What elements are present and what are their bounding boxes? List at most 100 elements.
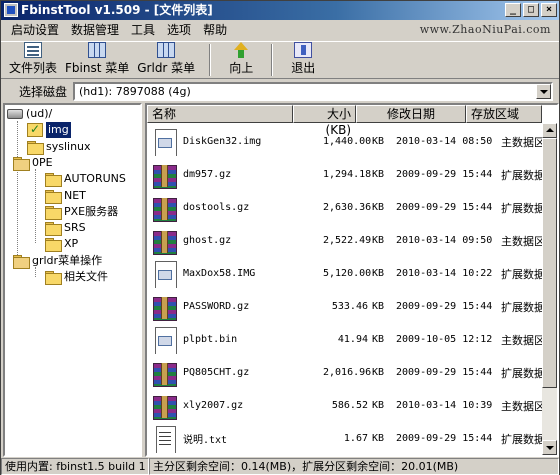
scroll-up-icon[interactable] (542, 123, 557, 138)
file-date: 2009-10-05 12:12 (396, 334, 493, 345)
file-size: 41.94 (337, 334, 368, 345)
tree-item-autoruns[interactable]: AUTORUNS (45, 171, 126, 187)
folder-icon (45, 271, 62, 285)
tree-item-root[interactable]: (ud)/ (7, 106, 52, 122)
file-size-unit: KB (372, 301, 385, 312)
tree-item-label: syslinux (46, 140, 91, 153)
file-size: 533.46 (331, 301, 368, 312)
table-row[interactable]: DiskGen32.img 1,440.00 KB 2010-03-14 08:50 主… (147, 125, 557, 158)
file-list[interactable]: 名称 大小 (KB) 修改日期 存放区域 DiskGen32.img 1,440.… (145, 103, 559, 457)
scroll-thumb[interactable] (542, 138, 557, 388)
table-row[interactable]: dm957.gz 1,294.18 KB 2009-09-29 15:44 扩展数据区 (147, 158, 557, 191)
file-icon (151, 326, 179, 354)
file-name: PASSWORD.gz (183, 301, 250, 312)
scroll-down-icon[interactable] (542, 440, 557, 455)
minimize-button[interactable]: _ (505, 3, 521, 17)
tree-item-label: 相关文件 (64, 270, 108, 283)
table-row[interactable]: ghost.gz 2,522.49 KB 2010-03-14 09:50 主数据区 (147, 224, 557, 257)
close-button[interactable]: × (541, 3, 557, 17)
file-date: 2009-09-29 15:44 (396, 301, 493, 312)
grldr-menu-button[interactable]: Grldr 菜单 (133, 42, 199, 78)
table-row[interactable]: MaxDox58.IMG 5,120.00 KB 2010-03-14 10:22 扩展… (147, 257, 557, 290)
exit-button[interactable]: 退出 (283, 42, 323, 78)
list-icon (24, 42, 42, 58)
tree-item-related-files[interactable]: 相关文件 (45, 269, 108, 285)
column-header-area[interactable]: 存放区域 (466, 105, 542, 123)
table-row[interactable]: plpbt.bin 41.94 KB 2009-10-05 12:12 主数据区 (147, 323, 557, 356)
file-name: ghost.gz (183, 235, 232, 246)
file-name-cell: dostools.gz (147, 194, 323, 222)
site-watermark: www.ZhaoNiuPai.com (419, 23, 551, 36)
folder-icon (45, 222, 62, 236)
file-name: MaxDox58.IMG (183, 268, 256, 279)
table-row[interactable]: PQ805CHT.gz 2,016.96 KB 2009-09-29 15:44 扩展数… (147, 356, 557, 389)
file-icon (151, 128, 179, 156)
fbinst-menu-button[interactable]: Fbinst 菜单 (61, 42, 133, 78)
menu-tools[interactable]: 工具 (125, 20, 161, 40)
column-header-date[interactable]: 修改日期 (356, 105, 466, 123)
file-name-cell: MaxDox58.IMG (147, 260, 323, 288)
archive-icon (151, 392, 179, 420)
file-name-cell: PQ805CHT.gz (147, 359, 323, 387)
tree-item-img[interactable]: img (27, 121, 71, 138)
file-size-unit: KB (372, 136, 385, 147)
tree-item-0pe[interactable]: 0PE (13, 155, 53, 171)
file-size-unit: KB (372, 169, 385, 180)
menu-help[interactable]: 帮助 (197, 20, 233, 40)
checked-folder-icon (27, 121, 43, 137)
toolbar-separator (209, 44, 212, 76)
tree-item-xp[interactable]: XP (45, 236, 78, 252)
archive-icon (151, 161, 179, 189)
menu-icon (88, 42, 107, 58)
tree-item-grldr[interactable]: grldr菜单操作 (13, 253, 102, 269)
column-header-name[interactable]: 名称 (147, 105, 293, 123)
tree-item-srs[interactable]: SRS (45, 220, 86, 236)
file-date: 2009-09-29 15:44 (396, 202, 493, 213)
tree-item-label: PXE服务器 (64, 205, 119, 218)
tree-item-pxe[interactable]: PXE服务器 (45, 204, 118, 220)
folder-icon (27, 141, 44, 155)
drive-select[interactable]: (hd1): 7897088 (4g) (73, 81, 553, 101)
table-row[interactable]: 说明.txt 1.67 KB 2009-09-29 15:44 扩展数据区 (147, 422, 557, 455)
app-icon[interactable] (4, 3, 18, 17)
tree-item-label: XP (64, 237, 79, 250)
vertical-scrollbar[interactable] (542, 123, 557, 455)
file-name: xly2007.gz (183, 400, 244, 411)
file-name: dm957.gz (183, 169, 232, 180)
up-button[interactable]: 向上 (221, 42, 261, 78)
exit-label: 退出 (291, 61, 316, 75)
folder-tree[interactable]: (ud)/ img syslinux 0PE AUTORUNS NET PXE服… (3, 103, 142, 457)
file-date: 2009-09-29 15:44 (396, 433, 493, 444)
file-name-cell: DiskGen32.img (147, 128, 323, 156)
exit-icon (294, 42, 313, 58)
file-date: 2010-03-14 10:39 (396, 400, 493, 411)
fbinst-menu-label: Fbinst 菜单 (65, 61, 130, 75)
table-row[interactable]: xly2007.gz 586.52 KB 2010-03-14 10:39 主数据区 (147, 389, 557, 422)
menu-bar: 启动设置 数据管理 工具 选项 帮助 www.ZhaoNiuPai.com (1, 20, 559, 40)
tree-item-net[interactable]: NET (45, 188, 86, 204)
column-header-size[interactable]: 大小 (KB) (293, 105, 356, 137)
tree-item-label: 0PE (32, 156, 53, 169)
archive-icon (151, 227, 179, 255)
title-bar[interactable]: FbinstTool v1.509 - [文件列表] _ □ × (1, 1, 559, 20)
maximize-button[interactable]: □ (523, 3, 539, 17)
folder-icon (45, 190, 62, 204)
file-size-unit: KB (372, 202, 385, 213)
file-size-unit: KB (372, 235, 385, 246)
tree-item-syslinux[interactable]: syslinux (27, 139, 91, 155)
menu-data-management[interactable]: 数据管理 (65, 20, 125, 40)
file-date: 2010-03-14 08:50 (396, 136, 493, 147)
toolbar: 文件列表 Fbinst 菜单 Grldr 菜单 向上 退出 (1, 41, 559, 79)
table-row[interactable]: dostools.gz 2,630.36 KB 2009-09-29 15:44 扩展数… (147, 191, 557, 224)
menu-boot-settings[interactable]: 启动设置 (5, 20, 65, 40)
dropdown-arrow-icon[interactable] (536, 83, 551, 99)
file-list-button[interactable]: 文件列表 (5, 42, 61, 78)
archive-icon (151, 194, 179, 222)
folder-icon (45, 173, 62, 187)
file-size: 5,120.00 (323, 268, 372, 279)
toolbar-separator (271, 44, 274, 76)
file-size: 1.67 (343, 433, 368, 444)
file-name-cell: 说明.txt (147, 425, 323, 453)
menu-options[interactable]: 选项 (161, 20, 197, 40)
table-row[interactable]: PASSWORD.gz 533.46 KB 2009-09-29 15:44 扩展数据区 (147, 290, 557, 323)
